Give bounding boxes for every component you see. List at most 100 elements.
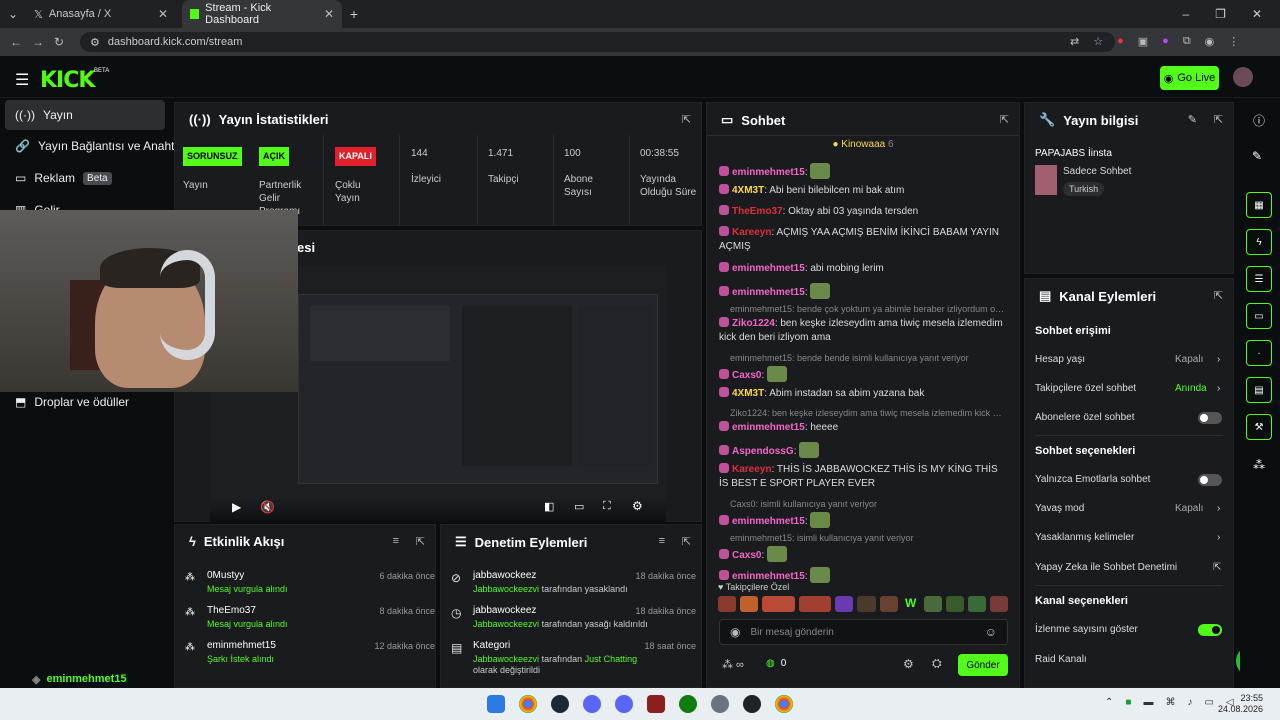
discord-icon[interactable] [615,695,633,713]
site-info-icon[interactable]: ⚙ [90,36,100,49]
send-button[interactable]: Gönder [958,654,1008,676]
chat-username[interactable]: eminmehmet15 [732,422,805,433]
chat-message[interactable]: Caxs0: [719,546,1005,563]
sidebar-item-stream-key[interactable]: 🔗 Yayın Bağlantısı ve Anahtar [5,131,185,161]
steam-icon[interactable] [551,695,569,713]
chat-username[interactable]: Kareeyn [732,464,771,475]
chat-input[interactable]: ◉ Bir mesaj gönderin ☺ [719,619,1008,645]
chat-username[interactable]: AspendossG [732,446,794,457]
close-tab-icon[interactable]: ✕ [158,7,168,21]
edit-pencil-icon[interactable]: ✎ [1252,149,1262,163]
chat-username[interactable]: eminmehmet15 [732,263,805,274]
chat-message[interactable]: AspendossG: [719,442,1005,459]
maximize-icon[interactable]: ❐ [1215,7,1226,21]
emote-icon[interactable] [967,596,986,612]
chrome-icon[interactable] [519,695,537,713]
chat-message[interactable]: Ziko1224: ben keşke izleseydim ama tiwiç… [719,317,1005,345]
play-icon[interactable]: ▶ [232,500,241,514]
windows-start-icon[interactable] [487,695,505,713]
subscribers-chat-toggle[interactable] [1198,412,1222,424]
tab-x[interactable]: 𝕏 Anasayfa / X ✕ [26,0,176,28]
rail-button-activity[interactable]: ϟ [1246,229,1272,255]
emote-icon[interactable] [740,596,759,612]
chat-message[interactable]: Kareeyn: THİS İS JABBAWOCKEZ THİS İS MY … [719,463,1005,491]
settings-gear-icon[interactable]: ⚙ [632,499,643,513]
emote-icon[interactable] [762,596,795,612]
chat-settings-icon[interactable]: ⚙ [903,657,914,671]
address-bar[interactable]: ⚙ dashboard.kick.com/stream [80,32,1115,52]
chat-message[interactable]: eminmehmet15: [719,512,1005,529]
slow-mode-option[interactable]: Yavaş mod Kapalı › [1035,503,1220,514]
chat-message[interactable]: Kareeyn: AÇMIŞ YAA AÇMIŞ BENİM İKİNCİ BA… [719,226,1005,254]
popout-icon[interactable]: ⇱ [682,535,691,548]
chat-username[interactable]: Caxs0 [732,370,761,381]
emote-icon[interactable] [879,596,898,612]
chat-message[interactable]: eminmehmet15: abi mobing lerim [719,262,1005,276]
tab-search-icon[interactable]: ⌄ [0,0,26,28]
bookmark-star-icon[interactable]: ☆ [1093,35,1103,48]
rail-button-chat[interactable]: ▭ [1246,303,1272,329]
chat-message[interactable]: eminmehmet15: heeee [719,421,1005,435]
chat-message[interactable]: eminmehmet15: [719,163,1005,180]
settings-icon[interactable] [711,695,729,713]
ai-moderation-option[interactable]: Yapay Zeka ile Sohbet Denetimi ⇱ [1035,562,1221,573]
faceit-icon[interactable] [647,695,665,713]
chat-message[interactable]: 4XM3T: Abim instadan sa abim yazana bak [719,387,1005,401]
points-display[interactable]: ◍ 0 [766,658,786,669]
followers-chat-option[interactable]: Takipçilere özel sohbet Anında › [1035,383,1220,394]
account-age-option[interactable]: Hesap yaşı Kapalı › [1035,354,1220,365]
popout-icon[interactable]: ⇱ [1000,113,1009,126]
minimize-icon[interactable]: – [1182,7,1189,21]
new-tab-icon[interactable]: + [342,0,366,28]
chat-message[interactable]: Caxs0: [719,366,1005,383]
chat-reply-line[interactable]: eminmehmet15: isimli kullanıcıya yanıt v… [730,531,1005,545]
forward-icon[interactable]: → [32,35,44,49]
mute-icon[interactable]: 🔇 [260,500,275,514]
popout-icon[interactable]: ⇱ [1214,113,1223,126]
chat-message[interactable]: TheEmo37: Oktay abi 03 yaşında tersden [719,205,1005,219]
filter-icon[interactable]: ≡ [659,535,665,547]
user-avatar[interactable] [1233,67,1253,87]
profile-icon[interactable]: ◉ [1205,35,1215,48]
kick-logo[interactable]: KICK [40,68,95,93]
rail-button-moderation[interactable]: ☰ [1246,266,1272,292]
emote-icon[interactable] [718,596,737,612]
popout-icon[interactable]: ⇱ [416,535,425,548]
banned-words-option[interactable]: Yasaklanmış kelimeler › [1035,532,1220,543]
chat-username[interactable]: Ziko1224 [732,318,775,329]
translate-icon[interactable]: ⇄ [1070,35,1079,48]
chat-username[interactable]: eminmehmet15 [732,167,805,178]
close-tab-icon[interactable]: ✕ [324,7,334,21]
sidebar-item-stream[interactable]: ((·)) Yayın [5,100,165,130]
discord-icon[interactable] [583,695,601,713]
chat-username[interactable]: eminmehmet15 [732,571,805,582]
system-clock[interactable]: 23:55 24.08.2026 [1218,693,1263,715]
chat-reply-line[interactable]: eminmehmet15: bende bende isimli kullanı… [730,351,1005,365]
fullscreen-icon[interactable]: ⛶ [603,500,611,513]
bot-icon[interactable]: ⛭ [932,656,942,671]
tray-app-icon[interactable]: ■ [1125,697,1131,708]
go-live-button[interactable]: ◉ Go Live [1160,66,1219,90]
chat-username[interactable]: Kareeyn [732,227,771,238]
extension-icon[interactable]: ● [1117,35,1124,48]
rail-button-info[interactable]: ⚒ [1246,414,1272,440]
popout-icon[interactable]: ⇱ [1214,289,1223,302]
filter-icon[interactable]: ≡ [393,535,399,547]
chat-username[interactable]: 4XM3T [732,388,764,399]
tray-app-icon[interactable]: ⌘ [1165,697,1175,708]
users-icon[interactable]: ⁂ [1253,458,1265,472]
emote-icon[interactable] [923,596,942,612]
chat-message[interactable]: 4XM3T: Abi beni bilebilcen mi bak atım [719,184,1005,198]
popout-icon[interactable]: ⇱ [682,113,691,126]
rail-button-stream[interactable]: · [1246,340,1272,366]
chat-username[interactable]: eminmehmet15 [732,516,805,527]
tray-chevron-icon[interactable]: ⌃ [1105,697,1113,708]
emote-icon[interactable] [857,596,876,612]
info-icon[interactable]: ⓘ [1253,112,1265,129]
rail-button-channel[interactable]: ▤ [1246,377,1272,403]
chat-message[interactable]: eminmehmet15: [719,283,1005,300]
obs-icon[interactable] [743,695,761,713]
chat-username[interactable]: Caxs0 [732,550,761,561]
chrome-icon[interactable] [775,695,793,713]
emote-icon[interactable] [798,596,832,612]
